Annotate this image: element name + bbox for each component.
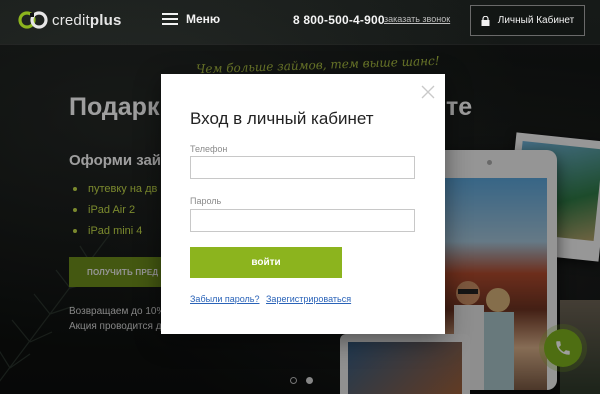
forgot-password-link[interactable]: Забыли пароль? xyxy=(190,294,259,304)
password-input[interactable] xyxy=(190,209,415,232)
password-label: Пароль xyxy=(190,196,222,206)
menu-burger-icon xyxy=(162,13,178,25)
site-header: creditplus Меню 8 800-500-4-900 заказать… xyxy=(0,0,600,45)
lock-icon xyxy=(481,15,490,26)
callback-link[interactable]: заказать звонок xyxy=(384,14,450,24)
menu-label: Меню xyxy=(186,12,221,26)
close-icon[interactable] xyxy=(421,85,435,99)
logo-text: creditplus xyxy=(52,11,122,29)
phone-input[interactable] xyxy=(190,156,415,179)
modal-title: Вход в личный кабинет xyxy=(190,109,374,128)
register-link[interactable]: Зарегистрироваться xyxy=(266,294,351,304)
phone-label: Телефон xyxy=(190,144,228,154)
cabinet-button-label: Личный Кабинет xyxy=(497,15,575,26)
phone-number[interactable]: 8 800-500-4-900 xyxy=(293,13,385,27)
login-modal: Вход в личный кабинет Телефон Пароль вой… xyxy=(161,74,445,334)
personal-cabinet-button[interactable]: Личный Кабинет xyxy=(470,5,585,36)
menu-toggle[interactable]: Меню xyxy=(162,12,220,26)
logo[interactable]: creditplus xyxy=(18,9,122,31)
login-button[interactable]: войти xyxy=(190,247,342,278)
logo-mark-icon xyxy=(18,11,48,29)
